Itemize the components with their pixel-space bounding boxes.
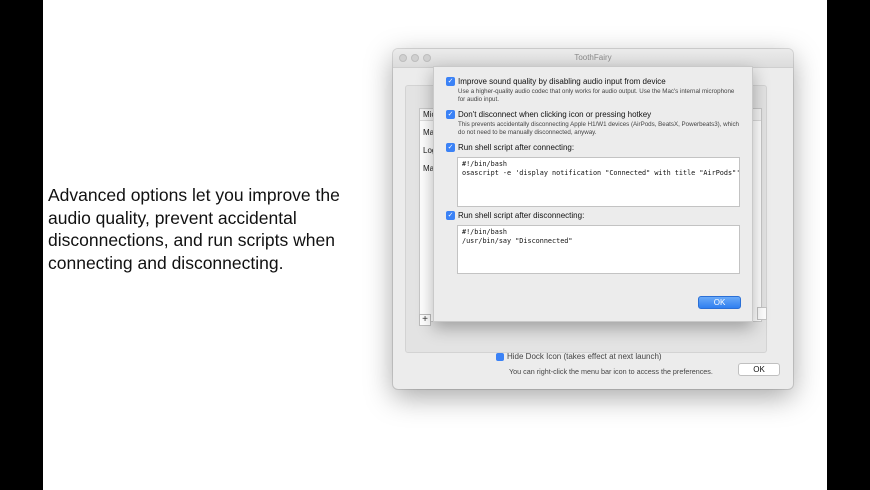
hide-dock-label: Hide Dock Icon (takes effect at next lau…	[507, 352, 662, 361]
improve-quality-checkbox[interactable]: ✓	[446, 77, 455, 86]
right-click-hint: You can right-click the menu bar icon to…	[509, 367, 713, 376]
caption-text: Advanced options let you improve the aud…	[48, 185, 340, 273]
window-title: ToothFairy	[574, 53, 612, 62]
dont-disconnect-label: Don't disconnect when clicking icon or p…	[458, 110, 652, 119]
disconnect-script-checkbox[interactable]: ✓	[446, 211, 455, 220]
hide-dock-checkbox[interactable]	[496, 352, 504, 361]
add-device-button[interactable]: +	[419, 314, 431, 326]
advanced-options-sheet: ✓ Improve sound quality by disabling aud…	[433, 66, 753, 322]
hide-dock-option[interactable]: Hide Dock Icon (takes effect at next lau…	[496, 352, 766, 363]
dont-disconnect-description: This prevents accidentally disconnecting…	[458, 121, 739, 136]
sheet-ok-button[interactable]: OK	[698, 296, 741, 309]
connect-script-checkbox[interactable]: ✓	[446, 143, 455, 152]
improve-quality-description: Use a higher-quality audio codec that on…	[458, 88, 735, 103]
connect-script-option: ✓ Run shell script after connecting:	[446, 143, 574, 152]
dont-disconnect-option: ✓ Don't disconnect when clicking icon or…	[446, 110, 743, 137]
disconnect-script-label: Run shell script after disconnecting:	[458, 211, 585, 220]
connect-script-label: Run shell script after connecting:	[458, 143, 575, 152]
disconnect-script-textarea[interactable]: #!/bin/bash /usr/bin/say "Disconnected"	[457, 225, 740, 274]
improve-quality-label: Improve sound quality by disabling audio…	[458, 77, 666, 86]
disconnect-script-option: ✓ Run shell script after disconnecting:	[446, 211, 584, 220]
connect-script-textarea[interactable]: #!/bin/bash osascript -e 'display notifi…	[457, 157, 740, 207]
slide: Advanced options let you improve the aud…	[43, 0, 827, 490]
edit-button[interactable]	[757, 307, 767, 320]
dont-disconnect-checkbox[interactable]: ✓	[446, 110, 455, 119]
improve-quality-option: ✓ Improve sound quality by disabling aud…	[446, 77, 743, 104]
ok-button[interactable]: OK	[738, 363, 780, 376]
